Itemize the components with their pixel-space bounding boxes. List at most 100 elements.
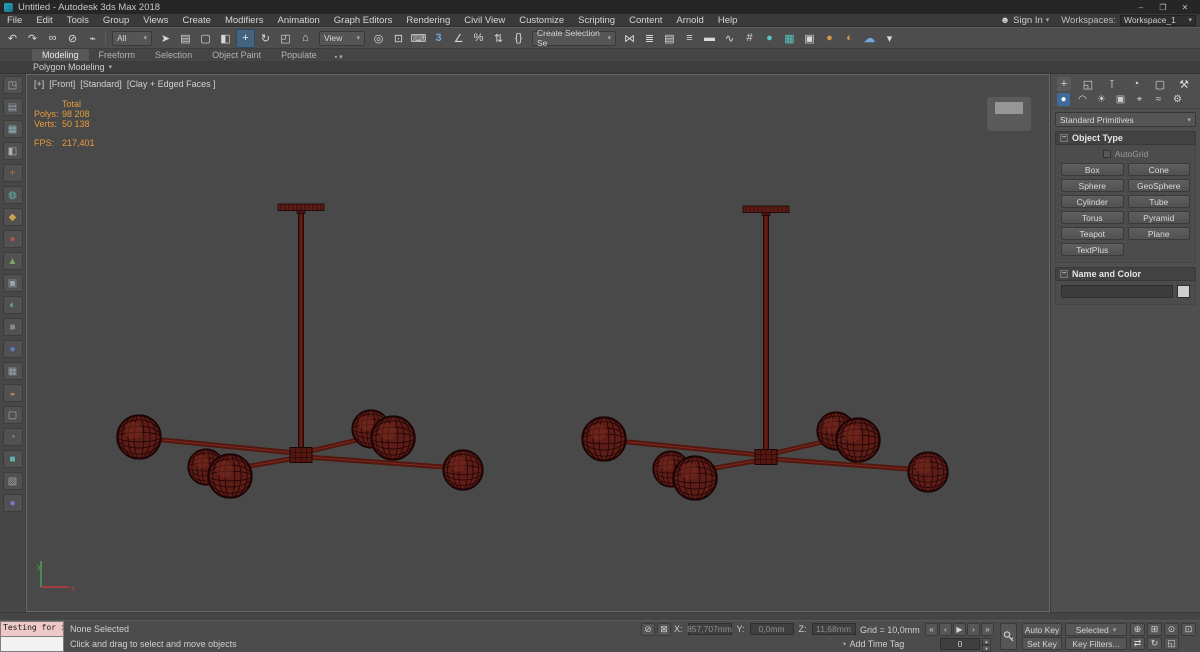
reference-coordinate-dropdown[interactable]: View ▾ — [319, 30, 365, 46]
maxscript-mini-listener[interactable]: Testing for i — [0, 621, 64, 652]
scene-explorer-icon[interactable]: ▤ — [660, 29, 679, 48]
sign-in-button[interactable]: ☻ Sign In ▾ — [992, 15, 1057, 26]
left-toolbar-icon[interactable]: ◆ — [2, 208, 23, 226]
left-toolbar-icon[interactable]: ● — [2, 494, 23, 512]
angle-snap-icon[interactable]: ∠ — [449, 29, 468, 48]
object-type-button[interactable]: Pyramid — [1127, 211, 1190, 224]
layer-explorer-icon[interactable]: ≡ — [680, 29, 699, 48]
menu-item[interactable]: Content — [622, 14, 669, 27]
track-bar[interactable] — [0, 612, 1200, 620]
play-button[interactable]: ▶ — [953, 623, 966, 636]
menu-item[interactable]: Customize — [512, 14, 571, 27]
a360-cloud-icon[interactable]: ☁ — [860, 29, 879, 48]
menu-item[interactable]: Rendering — [399, 14, 457, 27]
selected-dropdown[interactable]: Selected ▾ — [1065, 623, 1127, 636]
select-and-scale-icon[interactable]: ◰ — [276, 29, 295, 48]
percent-snap-icon[interactable]: % — [469, 29, 488, 48]
left-toolbar-icon[interactable]: ● — [2, 230, 23, 248]
left-toolbar-icon[interactable]: ◒ — [2, 384, 23, 402]
left-toolbar-icon[interactable]: ▣ — [2, 274, 23, 292]
select-object-icon[interactable]: ➤ — [156, 29, 175, 48]
key-filters-button[interactable]: Key Filters... — [1065, 637, 1127, 650]
spacewarps-category-icon[interactable]: ≈ — [1152, 93, 1165, 106]
hierarchy-tab-icon[interactable]: ⊺ — [1105, 77, 1119, 91]
ribbon-tab[interactable]: Selection — [145, 49, 202, 61]
select-and-link-icon[interactable]: ∞ — [43, 29, 62, 48]
x-coordinate-field[interactable]: 857,707mm — [687, 623, 732, 635]
menu-item[interactable]: Graph Editors — [327, 14, 400, 27]
viewport-shading-menu[interactable]: [Clay + Edged Faces ] — [127, 79, 216, 89]
object-type-rollout-header[interactable]: − Object Type — [1055, 131, 1196, 145]
autogrid-checkbox[interactable] — [1102, 150, 1111, 158]
lights-category-icon[interactable]: ☀ — [1095, 93, 1108, 106]
shapes-category-icon[interactable]: ◠ — [1076, 93, 1089, 106]
left-toolbar-icon[interactable]: ● — [2, 340, 23, 358]
ribbon-tab[interactable]: Modeling — [32, 49, 89, 61]
listener-macro-recorder[interactable]: Testing for i — [0, 621, 64, 637]
motion-tab-icon[interactable]: ◔ — [1129, 77, 1143, 91]
viewport-canvas[interactable] — [27, 75, 1050, 612]
schematic-view-icon[interactable]: # — [740, 29, 759, 48]
left-toolbar-icon[interactable]: ◔ — [2, 428, 23, 446]
menu-item[interactable]: Group — [96, 14, 136, 27]
left-toolbar-icon[interactable]: ◍ — [2, 186, 23, 204]
isolate-selection-icon[interactable]: ⊘ — [641, 623, 655, 636]
material-editor-icon[interactable]: ● — [760, 29, 779, 48]
chandelier-model-1[interactable] — [117, 204, 483, 498]
listener-input[interactable] — [0, 637, 64, 652]
object-type-button[interactable]: Cylinder — [1061, 195, 1124, 208]
selection-filter-dropdown[interactable]: All ▾ — [112, 30, 152, 46]
spinner-snap-icon[interactable]: ⇅ — [489, 29, 508, 48]
window-crossing-icon[interactable]: ◧ — [216, 29, 235, 48]
viewcube[interactable] — [987, 97, 1031, 131]
systems-category-icon[interactable]: ⚙ — [1171, 93, 1184, 106]
left-toolbar-icon[interactable]: ◳ — [2, 76, 23, 94]
left-toolbar-icon[interactable]: ▢ — [2, 406, 23, 424]
menu-item[interactable]: Arnold — [669, 14, 710, 27]
left-toolbar-icon[interactable]: ▲ — [2, 252, 23, 270]
object-type-button[interactable]: Box — [1061, 163, 1124, 176]
polygon-modeling-panel[interactable]: Polygon Modeling — [33, 62, 105, 72]
y-coordinate-field[interactable]: 0,0mm — [749, 623, 794, 635]
viewport-general-menu[interactable]: [+] — [34, 79, 44, 89]
keyboard-override-icon[interactable]: ⌨ — [409, 29, 428, 48]
mirror-icon[interactable]: ⋈ — [620, 29, 639, 48]
z-coordinate-field[interactable]: 11,68mm — [811, 623, 856, 635]
menu-item[interactable]: Edit — [29, 14, 59, 27]
orbit-icon[interactable]: ↻ — [1147, 637, 1162, 650]
menu-item[interactable]: Scripting — [571, 14, 622, 27]
object-type-button[interactable]: Teapot — [1061, 227, 1124, 240]
chandelier-model-2[interactable] — [582, 206, 948, 500]
frame-spinner[interactable]: ▲ ▼ — [982, 638, 991, 652]
left-toolbar-icon[interactable]: ■ — [2, 450, 23, 468]
go-to-start-button[interactable]: « — [925, 623, 938, 636]
helpers-category-icon[interactable]: ⌖ — [1133, 93, 1146, 106]
display-tab-icon[interactable]: ▢ — [1153, 77, 1167, 91]
render-iterative-icon[interactable]: ◐ — [840, 29, 859, 48]
object-color-swatch[interactable] — [1177, 285, 1190, 298]
menu-item[interactable]: Help — [711, 14, 745, 27]
render-production-icon[interactable]: ● — [820, 29, 839, 48]
left-toolbar-icon[interactable]: ▦ — [2, 120, 23, 138]
left-toolbar-icon[interactable]: ▤ — [2, 98, 23, 116]
left-toolbar-icon[interactable]: ◧ — [2, 142, 23, 160]
menu-item[interactable]: Tools — [60, 14, 96, 27]
select-and-place-icon[interactable]: ⌂ — [296, 29, 315, 48]
zoom-all-icon[interactable]: ⊞ — [1147, 623, 1162, 636]
named-selection-sets-dropdown[interactable]: Create Selection Se ▾ — [532, 28, 616, 48]
set-key-mode-button[interactable] — [1000, 623, 1017, 650]
zoom-icon[interactable]: ⊕ — [1130, 623, 1145, 636]
minimize-button[interactable]: – — [1130, 1, 1152, 14]
left-toolbar-icon[interactable]: ◐ — [2, 296, 23, 314]
menu-item[interactable]: Create — [175, 14, 218, 27]
auto-key-button[interactable]: Auto Key — [1022, 623, 1062, 636]
zoom-region-icon[interactable]: ⊡ — [1181, 623, 1196, 636]
use-pivot-center-icon[interactable]: ◎ — [369, 29, 388, 48]
left-toolbar-icon[interactable]: ■ — [2, 318, 23, 336]
object-type-button[interactable]: Cone — [1127, 163, 1190, 176]
undo-icon[interactable]: ↶ — [3, 29, 22, 48]
edit-named-selection-sets-icon[interactable]: {} — [509, 29, 528, 48]
close-button[interactable]: ✕ — [1174, 1, 1196, 14]
object-type-button[interactable]: GeoSphere — [1127, 179, 1190, 192]
render-flyout-icon[interactable]: ▾ — [880, 29, 899, 48]
